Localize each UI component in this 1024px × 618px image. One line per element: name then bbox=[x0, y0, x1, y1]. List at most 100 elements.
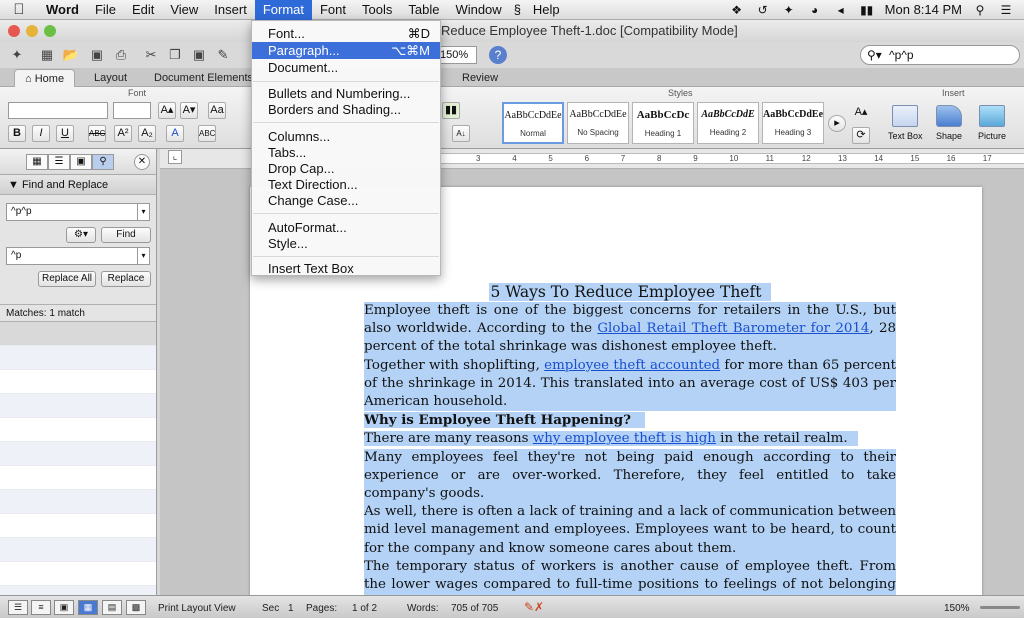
paragraph-6[interactable]: The temporary status of workers is anoth… bbox=[364, 557, 896, 595]
full-screen-view-button[interactable]: ▩ bbox=[126, 600, 146, 615]
notebook-view-button[interactable]: ▤ bbox=[102, 600, 122, 615]
proofing-error-icon[interactable]: ✎✗ bbox=[524, 600, 544, 614]
insert-picture[interactable]: Picture bbox=[978, 105, 1006, 141]
wifi-icon[interactable]: ◕ bbox=[807, 3, 823, 17]
bluetooth-icon[interactable]: ✦ bbox=[781, 3, 797, 17]
menu-edit[interactable]: Edit bbox=[124, 0, 162, 20]
highlight-button[interactable]: ABC bbox=[198, 125, 216, 142]
cut-icon[interactable]: ✂ bbox=[142, 46, 160, 64]
list-item[interactable] bbox=[0, 322, 156, 346]
close-window-button[interactable] bbox=[8, 25, 20, 37]
paragraph-1[interactable]: Employee theft is one of the biggest con… bbox=[364, 302, 896, 357]
search-icon[interactable]: ⚲▾ bbox=[867, 46, 882, 64]
link-why-theft-high[interactable]: why employee theft is high bbox=[533, 431, 716, 446]
menu-item-drop-cap[interactable]: Drop Cap... bbox=[252, 160, 440, 177]
font-name-select[interactable] bbox=[8, 102, 108, 119]
match-results-list[interactable] bbox=[0, 322, 156, 618]
replace-history-icon[interactable]: ▾ bbox=[137, 248, 149, 264]
menu-app-name[interactable]: Word bbox=[38, 0, 87, 20]
font-color-button[interactable]: A bbox=[166, 125, 184, 142]
minimize-window-button[interactable] bbox=[26, 25, 38, 37]
menu-item-columns[interactable]: Columns... bbox=[252, 128, 440, 145]
link-theft-barometer[interactable]: Global Retail Theft Barometer for 2014 bbox=[597, 321, 869, 336]
style-no-spacing[interactable]: AaBbCcDdEe No Spacing bbox=[567, 102, 629, 144]
thumbnails-icon[interactable]: ☰ bbox=[48, 154, 70, 170]
style-heading-1[interactable]: AaBbCcDc Heading 1 bbox=[632, 102, 694, 144]
replace-all-button[interactable]: Replace All bbox=[38, 271, 96, 287]
strikethrough-button[interactable]: ABC bbox=[88, 125, 106, 142]
styles-next-icon[interactable]: ▸ bbox=[828, 115, 846, 132]
menu-font[interactable]: Font bbox=[312, 0, 354, 20]
comments-icon[interactable]: ▣ bbox=[70, 154, 92, 170]
menu-item-paragraph[interactable]: Paragraph... ⌥⌘M bbox=[252, 42, 440, 59]
paragraph-5[interactable]: As well, there is often a lack of traini… bbox=[364, 503, 896, 558]
paragraph-2[interactable]: Together with shoplifting, employee thef… bbox=[364, 356, 896, 412]
find-options-button[interactable]: ⚙▾ bbox=[66, 227, 96, 243]
search-input[interactable]: ⚲▾ ^p^p bbox=[860, 45, 1020, 65]
menu-item-font[interactable]: Font... ⌘D bbox=[252, 25, 440, 42]
bold-button[interactable]: B bbox=[8, 125, 26, 142]
zoom-slider[interactable] bbox=[980, 606, 1020, 609]
insert-text-box[interactable]: Text Box bbox=[888, 105, 923, 141]
menu-help[interactable]: Help bbox=[525, 0, 568, 20]
copy-icon[interactable]: ❐ bbox=[166, 46, 184, 64]
outline-view-button[interactable]: ≡ bbox=[31, 600, 51, 615]
link-employee-theft-accounted[interactable]: employee theft accounted bbox=[544, 358, 720, 373]
replace-button[interactable]: Replace bbox=[101, 271, 151, 287]
insert-shape[interactable]: Shape bbox=[936, 105, 962, 141]
style-heading-3[interactable]: AaBbCcDdEe Heading 3 bbox=[762, 102, 824, 144]
subscript-button[interactable]: A₂ bbox=[138, 125, 156, 142]
change-case-button[interactable]: Aa bbox=[208, 102, 226, 119]
paragraph-4[interactable]: Many employees feel they're not being pa… bbox=[364, 448, 896, 504]
italic-button[interactable]: I bbox=[32, 125, 50, 142]
find-replace-header[interactable]: ▼ Find and Replace bbox=[0, 175, 156, 195]
menu-item-bullets-numbering[interactable]: Bullets and Numbering... bbox=[252, 85, 440, 102]
menu-item-insert-text-box[interactable]: Insert Text Box bbox=[252, 260, 440, 277]
underline-button[interactable]: U bbox=[56, 125, 74, 142]
templates-icon[interactable]: ▦ bbox=[38, 46, 56, 64]
spotlight-icon[interactable]: ⚲ bbox=[972, 3, 988, 17]
style-heading-2[interactable]: AaBbCcDdE Heading 2 bbox=[697, 102, 759, 144]
zoom-select[interactable]: 150% bbox=[437, 46, 477, 64]
menu-item-change-case[interactable]: Change Case... bbox=[252, 192, 440, 209]
paste-icon[interactable]: ▣ bbox=[190, 46, 208, 64]
zoom-window-button[interactable] bbox=[44, 25, 56, 37]
dropbox-icon[interactable]: ❖ bbox=[729, 3, 745, 17]
menu-view[interactable]: View bbox=[162, 0, 206, 20]
menu-clock[interactable]: Mon 8:14 PM bbox=[885, 2, 962, 17]
help-icon[interactable]: ? bbox=[489, 46, 507, 64]
superscript-button[interactable]: A² bbox=[114, 125, 132, 142]
format-painter-icon[interactable]: ✎ bbox=[214, 46, 232, 64]
styles-pane-icon[interactable]: A▴ bbox=[852, 105, 870, 122]
menu-tools[interactable]: Tools bbox=[354, 0, 400, 20]
menu-script-icon[interactable]: § bbox=[510, 0, 525, 20]
menu-window[interactable]: Window bbox=[447, 0, 509, 20]
menu-insert[interactable]: Insert bbox=[206, 0, 255, 20]
volume-icon[interactable]: ◂ bbox=[833, 3, 849, 17]
tab-document-elements[interactable]: Document Elements bbox=[144, 69, 263, 87]
menu-item-autoformat[interactable]: AutoFormat... bbox=[252, 219, 440, 236]
print-icon[interactable]: ⎙ bbox=[112, 46, 130, 64]
tab-home[interactable]: ⌂ Home bbox=[14, 69, 76, 87]
tab-stop-selector-icon[interactable]: ⌞ bbox=[168, 150, 182, 164]
menu-item-style[interactable]: Style... bbox=[252, 235, 440, 252]
font-size-select[interactable] bbox=[113, 102, 151, 119]
document-map-icon[interactable]: ▦ bbox=[26, 154, 48, 170]
draft-view-button[interactable]: ☰ bbox=[8, 600, 28, 615]
sort-button[interactable]: A↓ bbox=[452, 125, 470, 142]
battery-icon[interactable]: ▮▮ bbox=[859, 3, 875, 17]
menu-item-tabs[interactable]: Tabs... bbox=[252, 144, 440, 161]
save-icon[interactable]: ▣ bbox=[88, 46, 106, 64]
manage-styles-icon[interactable]: ⟳ bbox=[852, 127, 870, 144]
new-document-icon[interactable]: ✦ bbox=[8, 46, 26, 64]
print-layout-view-button[interactable]: ▦ bbox=[78, 600, 98, 615]
menu-item-borders-shading[interactable]: Borders and Shading... bbox=[252, 101, 440, 118]
close-sidebar-icon[interactable]: ✕ bbox=[134, 154, 150, 170]
tab-layout[interactable]: Layout bbox=[84, 69, 137, 87]
disclosure-triangle-icon[interactable]: ▼ bbox=[8, 179, 19, 191]
notification-center-icon[interactable]: ☰ bbox=[998, 3, 1014, 17]
shrink-font-button[interactable]: A▾ bbox=[180, 102, 198, 119]
open-icon[interactable]: 📂 bbox=[62, 46, 80, 64]
tab-review[interactable]: Review bbox=[452, 69, 508, 87]
publishing-view-button[interactable]: ▣ bbox=[54, 600, 74, 615]
